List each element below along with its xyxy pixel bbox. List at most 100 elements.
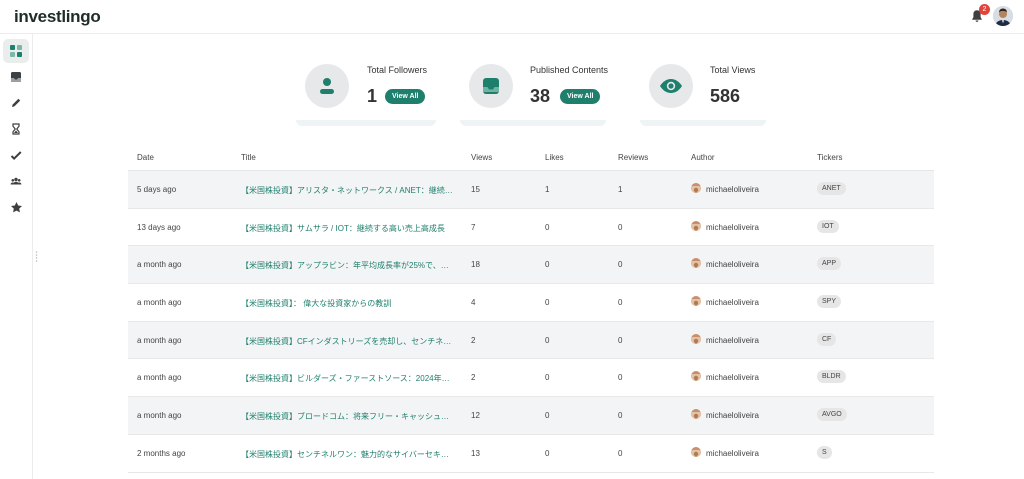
- table-row[interactable]: a month ago 【米国株投資】ビルダーズ・ファーストソース：2024年の見…: [128, 359, 934, 398]
- column-header-tickers[interactable]: Tickers: [817, 153, 842, 162]
- row-views: 18: [471, 260, 480, 270]
- stat-card-base: [296, 120, 436, 126]
- stats-panel: Total Followers 1 View All Published Con…: [0, 56, 1024, 136]
- author-avatar: [691, 371, 701, 382]
- row-author[interactable]: michaeloliveira: [706, 298, 759, 307]
- row-reviews: 1: [618, 185, 623, 194]
- star-icon: [10, 201, 22, 212]
- row-title-link[interactable]: 【米国株投資】センチネルワン：魅力的なサイバーセキュリティ: [241, 449, 456, 460]
- contents-view-all-button[interactable]: View All: [560, 89, 601, 104]
- row-author[interactable]: michaeloliveira: [706, 373, 759, 382]
- views-stat-icon: [649, 64, 693, 108]
- row-author[interactable]: michaeloliveira: [706, 411, 759, 420]
- contents-stat-icon: [469, 64, 513, 108]
- row-reviews: 0: [618, 448, 623, 458]
- row-views: 13: [471, 448, 480, 458]
- views-value: 586: [710, 86, 741, 106]
- column-header-author[interactable]: Author: [691, 153, 715, 162]
- column-header-likes[interactable]: Likes: [545, 153, 564, 162]
- ticker-badge[interactable]: APP: [817, 257, 842, 271]
- contents-label: Published Contents: [530, 65, 609, 75]
- table-row[interactable]: a month ago 【米国株投資】： 偉大な投資家からの教訓 4 0 0 michae…: [128, 284, 934, 322]
- followers-stat-icon: [305, 64, 349, 108]
- table-row[interactable]: a month ago 【米国株投資】CFインダストリーズを売却し、センチネルワン…: [128, 321, 934, 360]
- row-reviews: 0: [618, 222, 623, 232]
- row-views: 7: [471, 222, 476, 232]
- followers-view-all-button[interactable]: View All: [385, 89, 426, 104]
- row-reviews: 0: [618, 260, 623, 270]
- row-title-link[interactable]: 【米国株投資】ビルダーズ・ファーストソース：2024年の見通し: [241, 373, 456, 384]
- table-row[interactable]: a month ago 【米国株投資】ブロードコム：将来フリー・キャッシュフロー 1…: [128, 397, 934, 435]
- sidebar-item-community[interactable]: [3, 169, 29, 193]
- row-reviews: 0: [618, 411, 623, 421]
- stat-card-base: [460, 120, 606, 126]
- column-header-reviews[interactable]: Reviews: [618, 153, 648, 162]
- sidebar-item-published[interactable]: [3, 143, 29, 167]
- row-reviews: 0: [618, 298, 623, 308]
- author-avatar: [691, 446, 701, 457]
- row-date: a month ago: [137, 373, 182, 383]
- contents-value: 38: [530, 86, 551, 106]
- app-logo[interactable]: investlingo: [14, 7, 101, 27]
- notification-badge: 2: [979, 4, 990, 15]
- row-views: 2: [471, 373, 476, 383]
- row-date: 2 months ago: [137, 448, 186, 458]
- table-row[interactable]: 5 days ago 【米国株投資】アリスタ・ネットワークス / ANET：継続す…: [128, 171, 934, 209]
- ticker-badge[interactable]: CF: [817, 332, 837, 346]
- table-row[interactable]: 13 days ago 【米国株投資】サムサラ / IOT：継続する高い売上高成長…: [128, 209, 934, 247]
- row-likes: 0: [545, 411, 550, 421]
- followers-value: 1: [367, 86, 378, 106]
- row-reviews: 0: [618, 373, 623, 383]
- author-avatar: [691, 409, 701, 420]
- ticker-badge[interactable]: SPY: [817, 295, 842, 309]
- user-avatar[interactable]: [993, 6, 1013, 26]
- row-title-link[interactable]: 【米国株投資】アリスタ・ネットワークス / ANET：継続する高い成長: [241, 185, 456, 196]
- row-title-link[interactable]: 【米国株投資】ブロードコム：将来フリー・キャッシュフロー: [241, 411, 456, 422]
- row-title-link[interactable]: 【米国株投資】サムサラ / IOT：継続する高い売上高成長: [241, 223, 456, 234]
- row-author[interactable]: michaeloliveira: [706, 260, 759, 269]
- followers-label: Total Followers: [367, 65, 428, 75]
- row-likes: 0: [545, 222, 550, 232]
- sidebar-resize-handle[interactable]: [35, 250, 38, 264]
- user-icon: [320, 78, 334, 94]
- stat-card-base: [640, 120, 766, 126]
- ticker-badge[interactable]: BLDR: [817, 370, 846, 384]
- column-header-views[interactable]: Views: [471, 153, 492, 162]
- ticker-badge[interactable]: ANET: [817, 182, 846, 195]
- row-author[interactable]: michaeloliveira: [706, 336, 759, 345]
- row-reviews: 0: [618, 335, 623, 345]
- ticker-badge[interactable]: S: [817, 445, 832, 459]
- table-row[interactable]: 2 months ago 【米国株投資】センチネルワン：魅力的なサイバーセキュリテ…: [128, 435, 934, 473]
- sidebar-item-favorites[interactable]: [3, 195, 29, 219]
- row-views: 15: [471, 185, 480, 194]
- row-author[interactable]: michaeloliveira: [706, 185, 759, 194]
- row-date: 5 days ago: [137, 185, 177, 194]
- author-avatar: [691, 183, 701, 193]
- author-avatar: [691, 220, 701, 231]
- inbox-icon: [483, 78, 499, 94]
- row-author[interactable]: michaeloliveira: [706, 449, 759, 458]
- table-row[interactable]: a month ago 【米国株投資】アップラビン：年平均成長率が25%で、注目の…: [128, 246, 934, 285]
- checkmark-icon: [10, 151, 22, 161]
- users-icon: [10, 177, 22, 185]
- row-likes: 0: [545, 335, 550, 345]
- row-likes: 0: [545, 260, 550, 270]
- contents-table: Date Title Views Likes Reviews Author Ti…: [128, 146, 934, 473]
- ticker-badge[interactable]: IOT: [817, 219, 839, 233]
- author-avatar: [691, 258, 701, 269]
- table-header: Date Title Views Likes Reviews Author Ti…: [128, 146, 934, 171]
- author-avatar: [691, 296, 701, 307]
- column-header-title[interactable]: Title: [241, 153, 256, 162]
- row-author[interactable]: michaeloliveira: [706, 223, 759, 232]
- row-title-link[interactable]: 【米国株投資】： 偉大な投資家からの教訓: [241, 298, 456, 309]
- row-likes: 0: [545, 373, 550, 383]
- row-likes: 0: [545, 298, 550, 308]
- row-title-link[interactable]: 【米国株投資】アップラビン：年平均成長率が25%で、注目の銘柄: [241, 260, 456, 271]
- column-header-date[interactable]: Date: [137, 153, 154, 162]
- row-date: a month ago: [137, 335, 182, 345]
- row-title-link[interactable]: 【米国株投資】CFインダストリーズを売却し、センチネルワンを購入: [241, 336, 456, 347]
- row-date: a month ago: [137, 298, 182, 308]
- ticker-badge[interactable]: AVGO: [817, 408, 847, 422]
- row-date: a month ago: [137, 260, 182, 270]
- eye-icon: [660, 79, 682, 93]
